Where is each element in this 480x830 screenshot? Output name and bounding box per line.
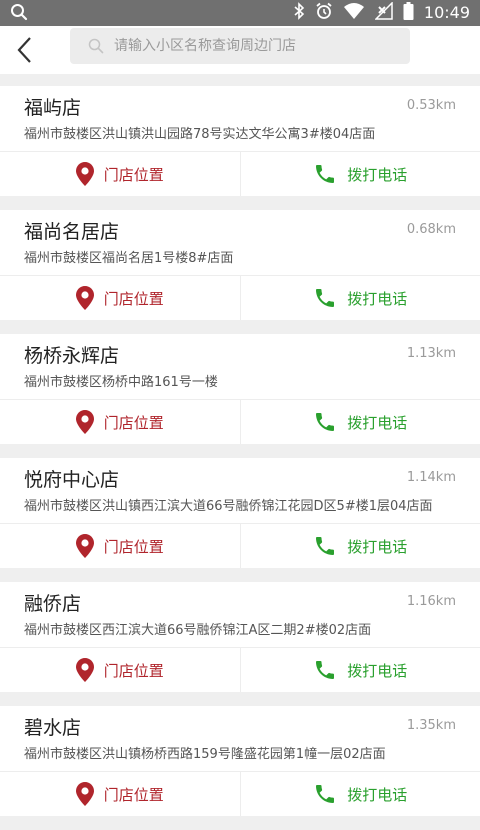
call-button[interactable]: 拨打电话 <box>241 772 480 816</box>
bluetooth-icon <box>293 2 305 24</box>
store-address: 福州市鼓楼区洪山镇洪山园路78号实达文华公寓3#楼04店面 <box>24 126 456 151</box>
store-info[interactable]: 福尚名居店 0.68km 福州市鼓楼区福尚名居1号楼8#店面 <box>0 210 480 275</box>
store-address: 福州市鼓楼区洪山镇杨桥西路159号隆盛花园第1幢一层02店面 <box>24 746 456 771</box>
store-name: 杨桥永辉店 <box>24 342 456 370</box>
store-card: 福屿店 0.53km 福州市鼓楼区洪山镇洪山园路78号实达文华公寓3#楼04店面… <box>0 86 480 196</box>
wifi-icon <box>343 2 365 24</box>
store-actions: 门店位置 拨打电话 <box>0 771 480 816</box>
store-location-button[interactable]: 门店位置 <box>0 152 241 196</box>
store-location-button[interactable]: 门店位置 <box>0 772 241 816</box>
store-location-label: 门店位置 <box>104 784 164 805</box>
store-distance: 1.14km <box>407 470 456 485</box>
call-button[interactable]: 拨打电话 <box>241 648 480 692</box>
store-location-label: 门店位置 <box>104 536 164 557</box>
store-info[interactable]: 福屿店 0.53km 福州市鼓楼区洪山镇洪山园路78号实达文华公寓3#楼04店面 <box>0 86 480 151</box>
store-actions: 门店位置 拨打电话 <box>0 647 480 692</box>
store-location-button[interactable]: 门店位置 <box>0 648 241 692</box>
store-name: 碧水店 <box>24 714 456 742</box>
status-time: 10:49 <box>424 2 470 24</box>
store-address: 福州市鼓楼区杨桥中路161号一楼 <box>24 374 456 399</box>
store-name: 悦府中心店 <box>24 466 456 494</box>
back-button[interactable] <box>12 32 42 68</box>
store-name: 福屿店 <box>24 94 456 122</box>
call-label: 拨打电话 <box>347 412 407 433</box>
map-pin-icon <box>76 534 94 558</box>
store-actions: 门店位置 拨打电话 <box>0 399 480 444</box>
chevron-left-icon <box>12 53 42 72</box>
call-button[interactable]: 拨打电话 <box>241 524 480 568</box>
search-box[interactable] <box>70 28 410 64</box>
map-pin-icon <box>76 658 94 682</box>
store-info[interactable]: 碧水店 1.35km 福州市鼓楼区洪山镇杨桥西路159号隆盛花园第1幢一层02店… <box>0 706 480 771</box>
call-button[interactable]: 拨打电话 <box>241 276 480 320</box>
store-card: 福尚名居店 0.68km 福州市鼓楼区福尚名居1号楼8#店面 门店位置 拨打电话 <box>0 210 480 320</box>
store-card: 悦府中心店 1.14km 福州市鼓楼区洪山镇西江滨大道66号融侨锦江花园D区5#… <box>0 458 480 568</box>
call-label: 拨打电话 <box>347 164 407 185</box>
store-card: 杨桥永辉店 1.13km 福州市鼓楼区杨桥中路161号一楼 门店位置 拨打电话 <box>0 334 480 444</box>
call-button[interactable]: 拨打电话 <box>241 400 480 444</box>
store-location-button[interactable]: 门店位置 <box>0 276 241 320</box>
store-location-label: 门店位置 <box>104 164 164 185</box>
store-actions: 门店位置 拨打电话 <box>0 523 480 568</box>
store-info[interactable]: 悦府中心店 1.14km 福州市鼓楼区洪山镇西江滨大道66号融侨锦江花园D区5#… <box>0 458 480 523</box>
store-address: 福州市鼓楼区西江滨大道66号融侨锦江A区二期2#楼02店面 <box>24 622 456 647</box>
store-distance: 0.68km <box>407 222 456 237</box>
call-label: 拨打电话 <box>347 660 407 681</box>
no-signal-icon <box>375 2 393 24</box>
status-bar: 10:49 <box>0 0 480 26</box>
store-list: 福屿店 0.53km 福州市鼓楼区洪山镇洪山园路78号实达文华公寓3#楼04店面… <box>0 86 480 830</box>
phone-icon <box>313 534 337 558</box>
phone-icon <box>313 162 337 186</box>
store-address: 福州市鼓楼区洪山镇西江滨大道66号融侨锦江花园D区5#楼1层04店面 <box>24 498 456 523</box>
alarm-icon <box>315 2 333 24</box>
store-actions: 门店位置 拨打电话 <box>0 151 480 196</box>
store-info[interactable]: 杨桥永辉店 1.13km 福州市鼓楼区杨桥中路161号一楼 <box>0 334 480 399</box>
phone-icon <box>313 658 337 682</box>
store-distance: 0.53km <box>407 98 456 113</box>
call-label: 拨打电话 <box>347 536 407 557</box>
call-label: 拨打电话 <box>347 784 407 805</box>
store-location-button[interactable]: 门店位置 <box>0 400 241 444</box>
store-location-label: 门店位置 <box>104 660 164 681</box>
store-distance: 1.35km <box>407 718 456 733</box>
store-actions: 门店位置 拨打电话 <box>0 275 480 320</box>
map-pin-icon <box>76 410 94 434</box>
map-pin-icon <box>76 782 94 806</box>
phone-icon <box>313 410 337 434</box>
map-pin-icon <box>76 162 94 186</box>
store-name: 融侨店 <box>24 590 456 618</box>
battery-icon <box>403 2 414 24</box>
store-card: 融侨店 1.16km 福州市鼓楼区西江滨大道66号融侨锦江A区二期2#楼02店面… <box>0 582 480 692</box>
store-location-label: 门店位置 <box>104 412 164 433</box>
search-icon <box>88 38 104 58</box>
phone-icon <box>313 782 337 806</box>
store-distance: 1.13km <box>407 346 456 361</box>
map-pin-icon <box>76 286 94 310</box>
store-location-button[interactable]: 门店位置 <box>0 524 241 568</box>
call-button[interactable]: 拨打电话 <box>241 152 480 196</box>
search-icon <box>10 6 28 25</box>
store-distance: 1.16km <box>407 594 456 609</box>
call-label: 拨打电话 <box>347 288 407 309</box>
store-address: 福州市鼓楼区福尚名居1号楼8#店面 <box>24 250 456 275</box>
store-info[interactable]: 融侨店 1.16km 福州市鼓楼区西江滨大道66号融侨锦江A区二期2#楼02店面 <box>0 582 480 647</box>
top-bar <box>0 26 480 74</box>
search-input[interactable] <box>114 28 404 64</box>
store-location-label: 门店位置 <box>104 288 164 309</box>
phone-icon <box>313 286 337 310</box>
store-name: 福尚名居店 <box>24 218 456 246</box>
